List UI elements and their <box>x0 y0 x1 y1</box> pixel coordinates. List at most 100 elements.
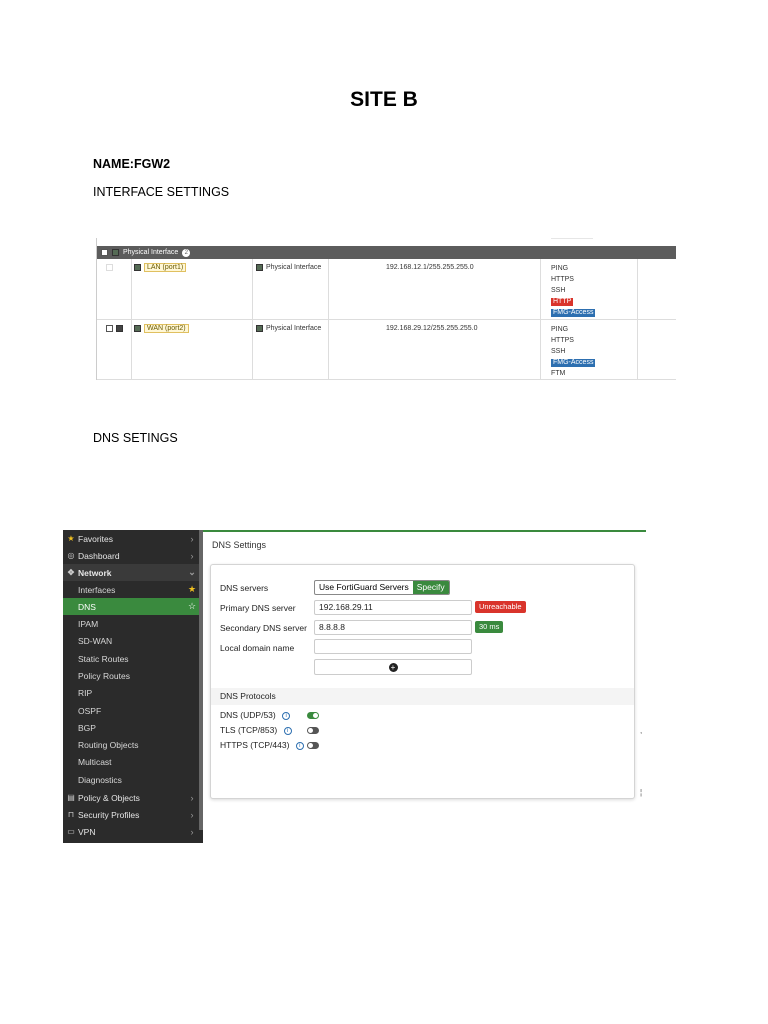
edge-fragment: ¦ <box>640 788 643 797</box>
ip-netmask: 192.168.12.1/255.255.255.0 <box>386 264 474 271</box>
sidebar-item-dns[interactable]: DNS ☆ <box>63 598 199 615</box>
chevron-right-icon: › <box>190 809 194 820</box>
lock-icon: ⊓ <box>67 810 75 819</box>
table-row[interactable]: WAN (port2) Physical Interface 192.168.2… <box>97 320 676 380</box>
use-fortiguard-option[interactable]: Use FortiGuard Servers <box>315 581 413 594</box>
sidebar-item-policy-objects[interactable]: ▤ Policy & Objects › <box>63 789 199 806</box>
policy-icon: ▤ <box>67 793 75 802</box>
dns-settings-heading: DNS SETINGS <box>93 431 178 445</box>
interface-type-icon <box>112 249 119 256</box>
sidebar-item-rip[interactable]: RIP <box>63 684 199 701</box>
service-label: PING <box>551 265 569 272</box>
service-label: FMG-Access <box>551 309 596 317</box>
info-icon[interactable]: i <box>282 711 291 720</box>
sidebar-item-sd-wan[interactable]: SD-WAN <box>63 632 199 649</box>
https-toggle[interactable] <box>307 742 319 749</box>
interface-type: Physical Interface <box>266 264 322 271</box>
star-icon: ★ <box>67 534 75 543</box>
favorite-star-outline-icon[interactable]: ☆ <box>185 601 199 612</box>
chevron-right-icon: › <box>190 533 194 544</box>
protocol-row: TLS (TCP/853) i <box>220 725 292 735</box>
dashboard-icon: ◎ <box>67 551 75 560</box>
interface-settings-heading: INTERFACE SETTINGS <box>93 185 230 199</box>
sidebar-item-favorites[interactable]: ★ Favorites › <box>63 530 199 547</box>
dns-udp-toggle[interactable] <box>307 712 319 719</box>
edge-fragment: , <box>640 726 643 735</box>
page-title: DNS Settings <box>212 540 267 550</box>
group-count-badge: 2 <box>182 248 191 257</box>
dns-settings-panel: DNS servers Use FortiGuard Servers Speci… <box>210 564 635 799</box>
sidebar-item-ospf[interactable]: OSPF <box>63 702 199 719</box>
primary-dns-input[interactable]: 192.168.29.11 <box>314 600 472 615</box>
sidebar-item-static-routes[interactable]: Static Routes <box>63 650 199 667</box>
protocol-row: HTTPS (TCP/443) i <box>220 740 304 750</box>
network-icon: ✥ <box>67 568 75 577</box>
sidebar-item-ipam[interactable]: IPAM <box>63 615 199 632</box>
service-label: SSH <box>551 348 566 355</box>
protocol-row: DNS (UDP/53) i <box>220 710 291 720</box>
chevron-right-icon: › <box>190 792 194 803</box>
admin-access-list: PING HTTPS SSH HTTP FMG-Access <box>551 265 596 317</box>
collapse-icon[interactable] <box>101 249 108 256</box>
sidebar-item-diagnostics[interactable]: Diagnostics <box>63 771 199 788</box>
admin-access-list: PING HTTPS SSH FMG-Access FTM <box>551 326 596 378</box>
port-icon <box>134 325 141 332</box>
port-icon <box>134 264 141 271</box>
type-icon <box>256 325 263 332</box>
service-label: PING <box>551 326 569 333</box>
sidebar: ★ Favorites › ◎ Dashboard › ✥ Network ⌄ … <box>63 530 203 843</box>
info-icon[interactable]: i <box>295 741 304 750</box>
primary-dns-label: Primary DNS server <box>220 603 296 613</box>
port-name[interactable]: LAN (port1) <box>144 263 187 272</box>
row-checkbox[interactable] <box>106 325 113 332</box>
group-label: Physical Interface <box>123 249 179 256</box>
chevron-down-icon: ⌄ <box>188 567 196 577</box>
document-title: SITE B <box>350 88 418 111</box>
specify-option[interactable]: Specify <box>412 581 449 594</box>
dns-servers-toggle[interactable]: Use FortiGuard Servers Specify <box>314 580 450 595</box>
sidebar-item-interfaces[interactable]: Interfaces ★ <box>63 581 199 598</box>
favorite-star-icon[interactable]: ★ <box>185 584 199 595</box>
expand-icon[interactable] <box>116 325 123 332</box>
table-row[interactable]: LAN (port1) Physical Interface 192.168.1… <box>97 259 676 320</box>
tls-toggle[interactable] <box>307 727 319 734</box>
monitor-icon: ▭ <box>67 827 75 836</box>
local-domain-input[interactable] <box>314 639 472 654</box>
primary-status-badge: Unreachable <box>475 601 526 613</box>
sidebar-item-security-profiles[interactable]: ⊓ Security Profiles › <box>63 806 199 823</box>
table-top-cut: ····················· <box>551 238 593 242</box>
plus-circle-icon: + <box>388 662 398 672</box>
chevron-right-icon: › <box>190 826 194 837</box>
sidebar-item-multicast[interactable]: Multicast <box>63 753 199 770</box>
port-name[interactable]: WAN (port2) <box>144 324 189 333</box>
dns-servers-label: DNS servers <box>220 583 269 593</box>
ip-netmask: 192.168.29.12/255.255.255.0 <box>386 325 478 332</box>
group-header[interactable]: Physical Interface 2 <box>97 246 676 259</box>
service-label: FMG-Access <box>551 359 596 367</box>
chevron-right-icon: › <box>190 550 194 561</box>
service-label: SSH <box>551 287 566 294</box>
sidebar-item-vpn[interactable]: ▭ VPN › <box>63 823 199 840</box>
row-checkbox[interactable] <box>106 264 113 271</box>
service-label: HTTPS <box>551 276 574 283</box>
type-icon <box>256 264 263 271</box>
dns-settings-screenshot: ★ Favorites › ◎ Dashboard › ✥ Network ⌄ … <box>63 530 646 843</box>
local-domain-label: Local domain name <box>220 643 295 653</box>
main-content: DNS Settings DNS servers Use FortiGuard … <box>203 530 646 843</box>
interface-type: Physical Interface <box>266 325 322 332</box>
dns-protocols-header: DNS Protocols <box>211 688 634 705</box>
device-name: NAME:FGW2 <box>93 157 171 171</box>
interface-table-screenshot: ····················· Physical Interface… <box>96 238 676 380</box>
service-label: FTM <box>551 370 566 377</box>
sidebar-item-dashboard[interactable]: ◎ Dashboard › <box>63 547 199 564</box>
secondary-dns-label: Secondary DNS server <box>220 623 307 633</box>
sidebar-item-routing-objects[interactable]: Routing Objects <box>63 736 199 753</box>
add-domain-button[interactable]: + <box>314 659 472 675</box>
secondary-status-badge: 30 ms <box>475 621 504 633</box>
sidebar-item-policy-routes[interactable]: Policy Routes <box>63 667 199 684</box>
sidebar-item-bgp[interactable]: BGP <box>63 719 199 736</box>
service-label: HTTP <box>551 298 574 306</box>
info-icon[interactable]: i <box>283 726 292 735</box>
secondary-dns-input[interactable]: 8.8.8.8 <box>314 620 472 635</box>
sidebar-item-network[interactable]: ✥ Network ⌄ <box>63 564 199 581</box>
